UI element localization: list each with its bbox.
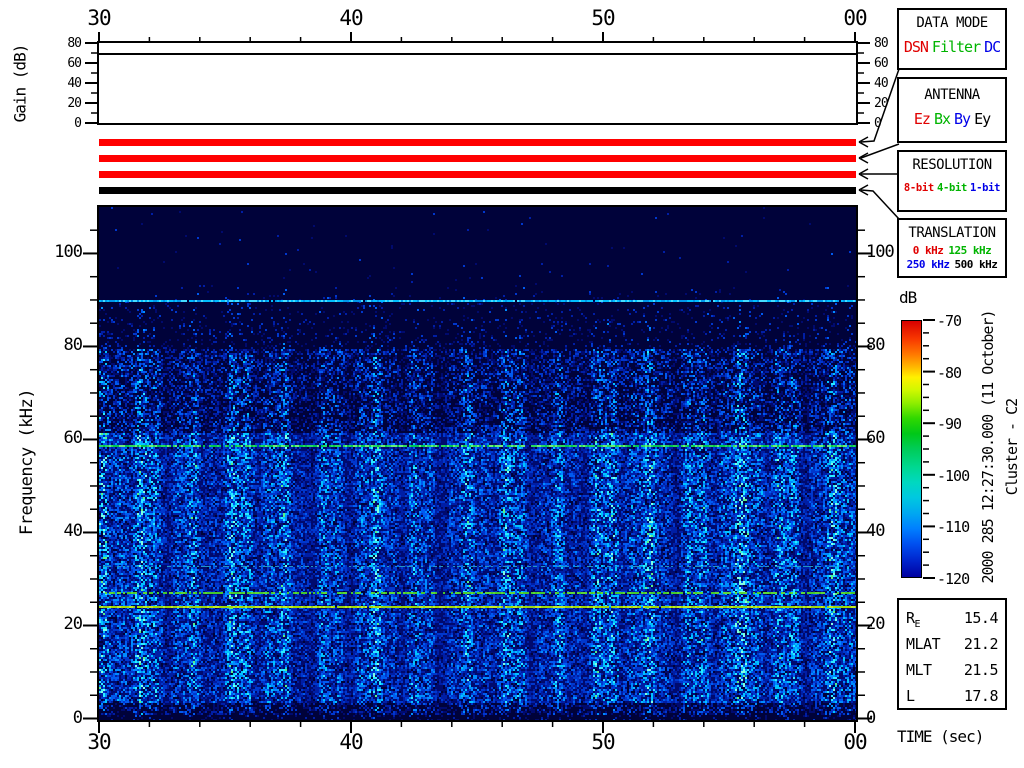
legend-item-4-bit: 4-bit: [936, 182, 968, 194]
ephemeris-value: 15.4: [963, 609, 999, 627]
legend-item-ey: Ey: [974, 110, 991, 128]
tick-mark: [858, 168, 869, 175]
gain-tick-label-left: 0: [74, 116, 82, 131]
tick-mark: [858, 189, 869, 196]
translation-bar: [99, 187, 856, 194]
gain-axis-label: Gain (dB): [10, 44, 30, 123]
colorbar-tick-label: -80: [937, 363, 962, 382]
pointer-line: [860, 189, 900, 220]
plot-root: Gain (dB) Frequency (kHz) DATA MODE DSN F…: [0, 0, 1024, 768]
time-tick-label-bottom: 00: [843, 730, 867, 754]
time-axis-label: TIME (sec): [897, 727, 984, 746]
gain-tick-label-right: 20: [874, 96, 889, 111]
gain-tick-label-left: 80: [67, 36, 82, 51]
legend-item-dc: DC: [984, 38, 1001, 56]
tick-mark: [858, 152, 869, 159]
colorbar-unit-label: dB: [899, 288, 917, 307]
freq-tick-label-right: 0: [866, 707, 876, 728]
freq-tick-label-right: 80: [866, 335, 885, 356]
ephemeris-label: L: [906, 687, 915, 705]
legend-item-by: By: [954, 110, 971, 128]
antenna-title: ANTENNA: [924, 87, 980, 103]
ephemeris-row-mlt: MLT 21.5: [906, 658, 999, 684]
legend-item-1-bit: 1-bit: [970, 182, 1001, 194]
antenna-bar: [99, 155, 856, 162]
gain-trace-line: [99, 53, 856, 55]
time-tick-label-top: 40: [339, 6, 363, 30]
freq-tick-label-right: 40: [866, 521, 885, 542]
data-mode-values: DSN Filter DC: [899, 38, 1005, 56]
spectrogram-canvas: [99, 207, 856, 720]
frequency-axis-label: Frequency (kHz): [17, 388, 37, 536]
tick-mark: [858, 157, 869, 164]
freq-tick-label-right: 20: [866, 614, 885, 635]
translation-title: TRANSLATION: [908, 225, 996, 241]
ephemeris-value: 21.5: [963, 661, 999, 679]
legend-item-125-khz: 125 kHz: [948, 244, 992, 257]
gain-tick-label-right: 60: [874, 56, 889, 71]
ephemeris-row-mlat: MLAT 21.2: [906, 632, 999, 658]
ephemeris-label: MLAT: [906, 635, 941, 653]
spectrogram-frame: [97, 205, 858, 722]
legend-item-500-khz: 500 kHz: [954, 258, 998, 271]
antenna-values: Ez Bx By Ey: [899, 110, 1005, 128]
freq-tick-label-right: 100: [866, 242, 895, 263]
spacecraft-annotation: Cluster - C2: [1003, 398, 1021, 496]
data-mode-title: DATA MODE: [916, 15, 988, 31]
legend-item-filter: Filter: [931, 38, 981, 56]
gain-tick-label-left: 40: [67, 76, 82, 91]
pointer-line: [860, 143, 900, 159]
freq-tick-label-left: 80: [63, 335, 83, 356]
freq-tick-label-left: 100: [54, 242, 83, 263]
gain-tick-label-left: 20: [67, 96, 82, 111]
tick-mark: [858, 173, 869, 180]
ephemeris-label: MLT: [906, 661, 932, 679]
time-tick-label-top: 00: [843, 6, 867, 30]
freq-tick-label-left: 60: [63, 428, 83, 449]
tick-mark: [858, 136, 869, 143]
gain-tick-label-right: 80: [874, 36, 889, 51]
tick-mark: [858, 141, 869, 148]
ephemeris-value: 17.8: [963, 687, 999, 705]
colorbar-tick-label: -120: [937, 570, 970, 588]
time-tick-label-top: 30: [87, 6, 111, 30]
legend-item-8-bit: 8-bit: [903, 182, 934, 194]
ephemeris-row-l: L 17.8: [906, 684, 999, 710]
gain-tick-label-left: 60: [67, 56, 82, 71]
time-tick-label-top: 50: [591, 6, 615, 30]
data-mode-bar: [99, 139, 856, 146]
gain-tick-label-right: 0: [874, 116, 882, 131]
legend-item-bx: Bx: [933, 110, 951, 128]
freq-tick-label-left: 20: [63, 614, 83, 635]
tick-mark: [858, 184, 869, 191]
gain-tick-label-right: 40: [874, 76, 889, 91]
freq-tick-label-right: 60: [866, 428, 885, 449]
colorbar-tick-label: -90: [937, 415, 962, 434]
resolution-box: RESOLUTION 8-bit 4-bit 1-bit: [897, 150, 1007, 212]
legend-item-ez: Ez: [913, 110, 931, 128]
gain-panel: [97, 41, 858, 125]
freq-tick-label-left: 0: [72, 707, 83, 728]
resolution-title: RESOLUTION: [912, 157, 992, 173]
colorbar-tick-label: -70: [937, 312, 962, 330]
time-tick-label-bottom: 50: [591, 730, 615, 754]
resolution-bar: [99, 171, 856, 178]
time-tick-label-bottom: 40: [339, 730, 363, 754]
resolution-values: 8-bit 4-bit 1-bit: [899, 182, 1005, 194]
ephemeris-value: 21.2: [963, 635, 999, 653]
colorbar-tick-label: -110: [937, 518, 970, 537]
freq-tick-label-left: 40: [63, 521, 83, 542]
colorbar-tick-label: -100: [937, 466, 970, 485]
time-tick-label-bottom: 30: [87, 730, 111, 754]
